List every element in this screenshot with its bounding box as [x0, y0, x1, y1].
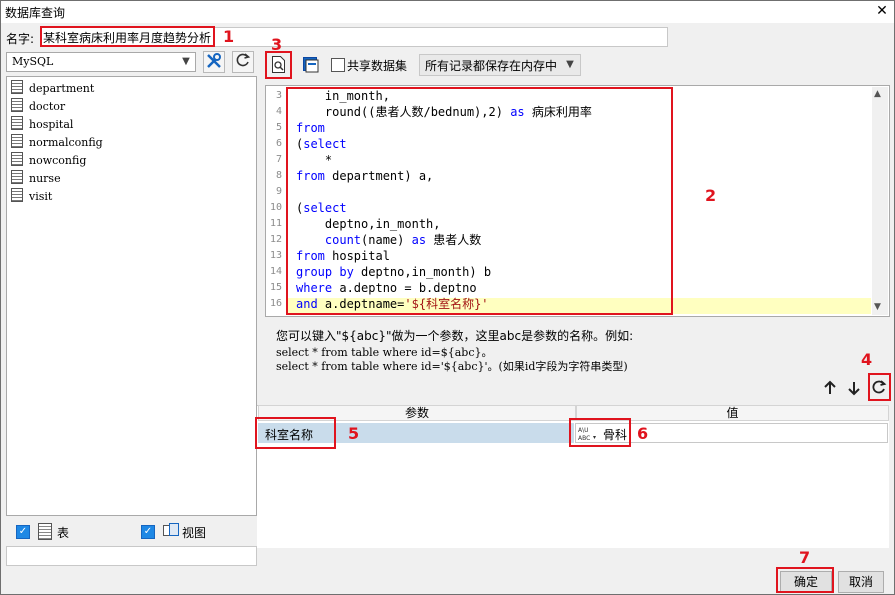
refresh-tables-button[interactable] — [232, 51, 254, 73]
table-item-label: normalconfig — [29, 136, 103, 149]
table-item[interactable]: nurse — [11, 170, 61, 188]
table-item-label: hospital — [29, 118, 74, 131]
annotation-number-4: 4 — [861, 350, 873, 369]
line-number: 10 — [269, 202, 282, 213]
show-views-checkbox[interactable]: ✓ — [141, 525, 155, 539]
table-filter-input[interactable] — [6, 546, 257, 566]
annotation-box-5 — [255, 417, 336, 449]
dataset-button[interactable] — [303, 57, 319, 73]
preview-button[interactable] — [271, 56, 287, 73]
annotation-box-2 — [286, 87, 673, 315]
line-number: 15 — [269, 282, 282, 293]
annotation-number-3: 3 — [271, 35, 283, 54]
table-item[interactable]: doctor — [11, 98, 65, 116]
annotation-number-7: 7 — [799, 548, 811, 567]
title-bar — [1, 1, 894, 23]
line-number: 9 — [275, 186, 282, 197]
tools-icon — [207, 53, 221, 68]
refresh-icon — [236, 53, 251, 67]
refresh-icon — [872, 380, 887, 394]
editor-scrollbar[interactable] — [872, 87, 888, 315]
line-number: 14 — [269, 266, 282, 277]
arrow-down-icon — [848, 382, 860, 396]
line-number: 3 — [275, 90, 282, 101]
close-icon[interactable]: ✕ — [872, 0, 892, 22]
line-number: 13 — [269, 250, 282, 261]
line-number: 4 — [275, 106, 282, 117]
show-tables-label: 表 — [57, 526, 70, 540]
annotation-box-6 — [569, 418, 631, 447]
annotation-number-5: 5 — [348, 424, 360, 443]
annotation-number-6: 6 — [637, 424, 649, 443]
move-up-button[interactable] — [823, 380, 837, 396]
dataset-icon — [303, 57, 319, 73]
parameter-hint: 您可以键入"${abc}"做为一个参数，这里abc是参数的名称。例如: — [276, 329, 634, 343]
move-down-button[interactable] — [847, 380, 861, 396]
line-number: 6 — [275, 138, 282, 149]
table-icon — [38, 523, 52, 540]
line-number: 11 — [269, 218, 282, 229]
name-label: 名字: — [6, 32, 35, 46]
line-number: 5 — [275, 122, 282, 133]
scroll-up-icon[interactable]: ▲ — [874, 89, 881, 99]
name-value: 某科室病床利用率月度趋势分析 — [43, 31, 212, 45]
arrow-up-icon — [824, 380, 836, 394]
line-number: 7 — [275, 154, 282, 165]
table-item-label: department — [29, 82, 95, 95]
table-item-label: visit — [29, 190, 53, 203]
table-item[interactable]: visit — [11, 188, 52, 206]
table-item-label: nowconfig — [29, 154, 87, 167]
table-item[interactable]: normalconfig — [11, 134, 103, 152]
table-item[interactable]: nowconfig — [11, 152, 86, 170]
line-number: 8 — [275, 170, 282, 181]
show-views-label: 视图 — [182, 526, 207, 540]
share-dataset-label: 共享数据集 — [347, 59, 408, 73]
chevron-down-icon[interactable]: ▼ — [178, 54, 194, 70]
connection-value: MySQL — [12, 55, 54, 68]
connection-settings-button[interactable] — [203, 51, 225, 73]
table-item-label: nurse — [29, 172, 61, 185]
table-icon — [11, 134, 23, 148]
cancel-button[interactable]: 取消 — [838, 571, 884, 593]
table-icon — [11, 116, 23, 130]
annotation-number-1: 1 — [223, 27, 235, 46]
window-title: 数据库查询 — [5, 6, 66, 20]
table-item[interactable]: hospital — [11, 116, 73, 134]
scroll-down-icon[interactable]: ▼ — [874, 302, 881, 312]
table-icon — [11, 170, 23, 184]
line-number: 12 — [269, 234, 282, 245]
table-item-label: doctor — [29, 100, 66, 113]
preview-document-icon — [272, 56, 285, 73]
table-icon — [11, 80, 23, 94]
annotation-number-2: 2 — [705, 186, 717, 205]
parameter-example-2: select * from table where id='${abc}'。(如… — [276, 360, 628, 373]
table-item[interactable]: department — [11, 80, 94, 98]
chevron-down-icon[interactable]: ▼ — [562, 57, 578, 73]
line-number: 16 — [269, 298, 282, 309]
refresh-params-button[interactable] — [871, 379, 887, 395]
table-icon — [11, 152, 23, 166]
share-dataset-checkbox[interactable] — [331, 58, 345, 72]
show-tables-checkbox[interactable]: ✓ — [16, 525, 30, 539]
table-icon — [11, 188, 23, 202]
view-icon — [163, 523, 179, 538]
annotation-box-7 — [776, 567, 834, 593]
table-icon — [11, 98, 23, 112]
memory-mode-value: 所有记录都保存在内存中 — [425, 59, 558, 73]
